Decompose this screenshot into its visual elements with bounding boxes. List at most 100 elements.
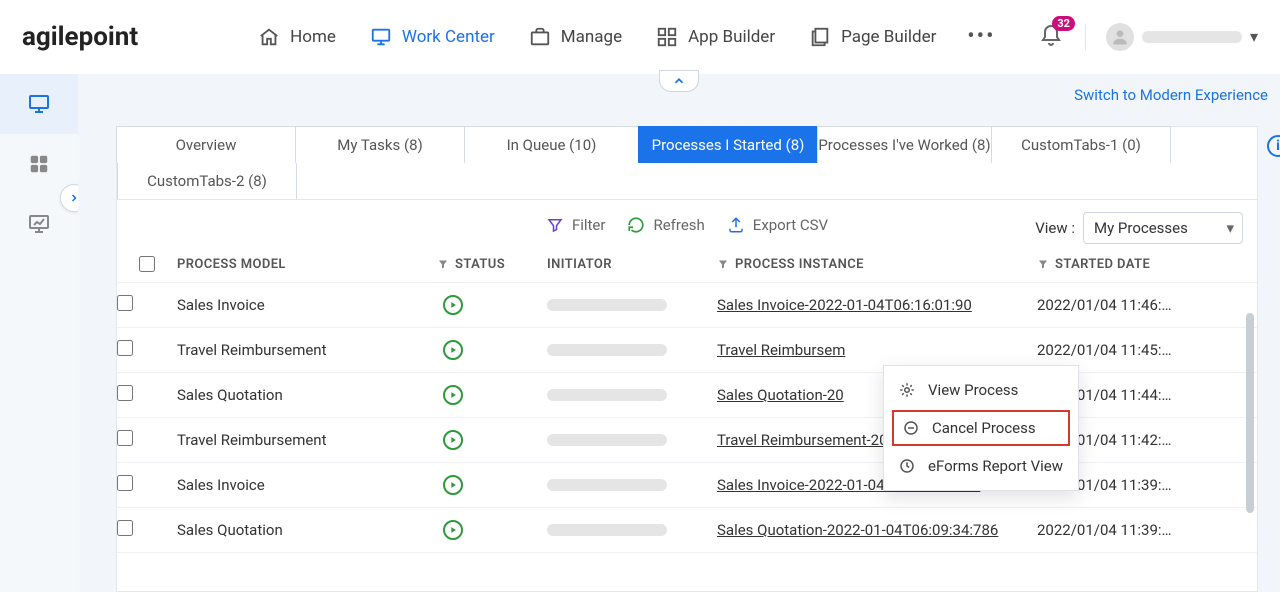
ctx-eforms-report[interactable]: eForms Report View — [884, 448, 1078, 484]
process-instance-link[interactable]: Travel Reimbursem — [717, 341, 845, 359]
monitor-chart-icon — [27, 212, 51, 236]
refresh-button[interactable]: Refresh — [627, 216, 704, 234]
col-status[interactable]: STATUS — [437, 257, 547, 272]
tab-processes-started[interactable]: Processes I Started (8) — [638, 126, 818, 163]
tab-processes-worked[interactable]: Processes I've Worked (8) — [817, 126, 992, 163]
table-row[interactable]: Sales QuotationSales Quotation-202022/01… — [117, 373, 1257, 418]
nav-work-center-label: Work Center — [402, 27, 495, 47]
row-checkbox[interactable] — [117, 475, 133, 491]
filter-button[interactable]: Filter — [546, 216, 606, 234]
divider — [1085, 24, 1086, 50]
refresh-icon — [627, 216, 645, 234]
view-selector: View : My Processes ▾ — [1035, 212, 1243, 244]
top-nav: agilepoint Home Work Center Manage App B… — [0, 0, 1280, 74]
ctx-cancel-process[interactable]: Cancel Process — [892, 410, 1070, 446]
user-name-redacted — [1142, 31, 1242, 43]
notifications-button[interactable]: 32 — [1039, 24, 1065, 50]
grid-header: PROCESS MODEL STATUS INITIATOR PROCESS I… — [117, 246, 1257, 283]
monitor-icon — [27, 92, 51, 116]
row-checkbox[interactable] — [117, 340, 133, 356]
filter-label: Filter — [572, 216, 606, 234]
left-rail — [0, 74, 78, 592]
top-right: 32 ▾ — [1039, 23, 1258, 51]
row-checkbox[interactable] — [117, 520, 133, 536]
col-initiator[interactable]: INITIATOR — [547, 257, 717, 272]
view-label: View : — [1035, 219, 1075, 237]
process-instance-link[interactable]: Sales Quotation-2022-01-04T06:09:34:786 — [717, 521, 998, 539]
export-label: Export CSV — [753, 216, 828, 234]
funnel-icon — [1037, 258, 1049, 270]
col-started-date[interactable]: STARTED DATE — [1037, 257, 1217, 272]
tab-overview[interactable]: Overview — [116, 126, 296, 163]
nav-manage[interactable]: Manage — [529, 26, 622, 48]
table-row[interactable]: Sales InvoiceSales Invoice-2022-01-04T06… — [117, 463, 1257, 508]
tab-my-tasks[interactable]: My Tasks (8) — [295, 126, 465, 163]
ctx-eforms-label: eForms Report View — [928, 457, 1063, 475]
nav-app-builder[interactable]: App Builder — [656, 26, 775, 48]
tab-custom1[interactable]: CustomTabs-1 (0) — [991, 126, 1171, 163]
ctx-view-label: View Process — [928, 381, 1018, 399]
view-select[interactable]: My Processes ▾ — [1083, 212, 1243, 244]
initiator-redacted — [547, 479, 667, 491]
cell-process-model: Sales Quotation — [177, 521, 437, 539]
cell-started-date: 2022/01/04 11:46:… — [1037, 296, 1217, 314]
ctx-view-process[interactable]: View Process — [884, 372, 1078, 408]
switch-experience-link[interactable]: Switch to Modern Experience — [1074, 86, 1268, 104]
process-instance-link[interactable]: Sales Quotation-20 — [717, 386, 844, 404]
apps-icon — [656, 26, 678, 48]
cell-process-model: Travel Reimbursement — [177, 431, 437, 449]
refresh-label: Refresh — [653, 216, 704, 234]
monitor-icon — [370, 26, 392, 48]
process-grid: PROCESS MODEL STATUS INITIATOR PROCESS I… — [117, 246, 1257, 553]
col-process-model[interactable]: PROCESS MODEL — [177, 257, 437, 272]
grid4-icon — [28, 153, 50, 175]
tab-custom2[interactable]: CustomTabs-2 (8) — [117, 163, 297, 199]
initiator-redacted — [547, 524, 667, 536]
nav-home[interactable]: Home — [258, 26, 336, 48]
pages-icon — [809, 26, 831, 48]
status-running-icon — [443, 520, 463, 540]
export-csv-button[interactable]: Export CSV — [727, 216, 828, 234]
briefcase-icon — [529, 26, 551, 48]
chevron-down-icon: ▾ — [1250, 27, 1258, 46]
notifications-badge: 32 — [1052, 16, 1075, 31]
nav-home-label: Home — [290, 27, 336, 47]
brand-logo: agilepoint — [22, 22, 138, 52]
context-menu: View Process Cancel Process eForms Repor… — [883, 365, 1079, 491]
status-running-icon — [443, 340, 463, 360]
nav-work-center[interactable]: Work Center — [370, 26, 495, 48]
info-icon[interactable]: i — [1267, 135, 1280, 157]
content-area: Switch to Modern Experience Overview My … — [78, 74, 1280, 592]
col-process-instance[interactable]: PROCESS INSTANCE — [717, 257, 1037, 272]
initiator-redacted — [547, 389, 667, 401]
row-checkbox[interactable] — [117, 430, 133, 446]
user-menu[interactable]: ▾ — [1106, 23, 1258, 51]
nav-manage-label: Manage — [561, 27, 622, 47]
row-checkbox[interactable] — [117, 295, 133, 311]
funnel-icon — [437, 258, 449, 270]
table-row[interactable]: Sales InvoiceSales Invoice-2022-01-04T06… — [117, 283, 1257, 328]
cell-process-model: Sales Quotation — [177, 386, 437, 404]
scrollbar-thumb[interactable] — [1246, 313, 1254, 513]
select-all-checkbox[interactable] — [139, 256, 155, 272]
process-instance-link[interactable]: Sales Invoice-2022-01-04T06:16:01:90 — [717, 296, 972, 314]
report-icon — [898, 457, 916, 475]
status-running-icon — [443, 475, 463, 495]
table-row[interactable]: Travel ReimbursementTravel Reimbursem202… — [117, 328, 1257, 373]
ellipsis-icon: ••• — [970, 26, 992, 48]
funnel-icon — [717, 258, 729, 270]
table-row[interactable]: Sales Quotation Sales Quotation-2022-01-0… — [117, 508, 1257, 553]
rail-inbox[interactable] — [0, 74, 78, 134]
nav-page-builder[interactable]: Page Builder — [809, 26, 936, 48]
table-row[interactable]: Travel ReimbursementTravel Reimbursement… — [117, 418, 1257, 463]
panel: Overview My Tasks (8) In Queue (10) Proc… — [116, 126, 1258, 592]
tab-in-queue[interactable]: In Queue (10) — [464, 126, 639, 163]
row-checkbox[interactable] — [117, 385, 133, 401]
status-running-icon — [443, 385, 463, 405]
chevron-down-icon: ▾ — [1226, 219, 1234, 237]
nav-app-builder-label: App Builder — [688, 27, 775, 47]
nav-more[interactable]: ••• — [970, 26, 992, 48]
collapse-header-button[interactable] — [659, 70, 699, 92]
tab-bar: Overview My Tasks (8) In Queue (10) Proc… — [117, 127, 1257, 200]
upload-icon — [727, 216, 745, 234]
